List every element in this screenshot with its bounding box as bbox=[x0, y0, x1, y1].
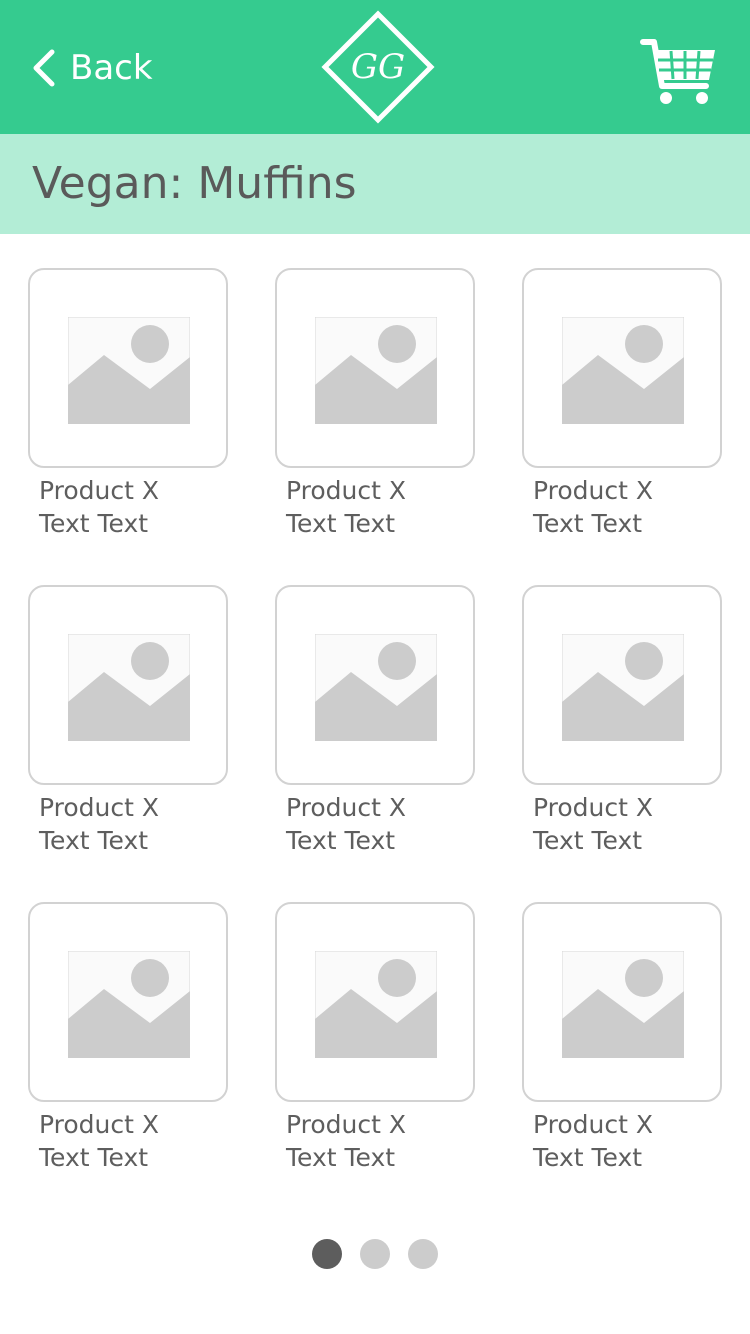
chevron-left-icon bbox=[33, 49, 55, 87]
image-placeholder-icon bbox=[68, 317, 190, 424]
image-placeholder-icon bbox=[315, 951, 437, 1058]
product-card bbox=[275, 268, 475, 468]
product-description: Text Text bbox=[39, 509, 149, 538]
image-placeholder-icon bbox=[315, 317, 437, 424]
image-placeholder-icon bbox=[68, 951, 190, 1058]
image-placeholder-icon bbox=[315, 634, 437, 741]
logo-text: GG bbox=[351, 47, 405, 87]
product-card bbox=[275, 585, 475, 785]
product-item[interactable]: Product X Text Text bbox=[28, 268, 228, 540]
product-item[interactable]: Product X Text Text bbox=[522, 268, 722, 540]
page-title: Vegan: Muffins bbox=[32, 158, 357, 209]
product-name: Product X bbox=[286, 476, 406, 505]
product-description: Text Text bbox=[286, 826, 396, 855]
image-placeholder-icon bbox=[562, 951, 684, 1058]
product-list-screen: Back GG Vegan: Muffins Product X Text Te… bbox=[0, 0, 750, 1334]
product-name: Product X bbox=[286, 1110, 406, 1139]
category-bar: Vegan: Muffins bbox=[0, 134, 750, 234]
image-placeholder-icon bbox=[68, 634, 190, 741]
page-dot-1[interactable] bbox=[312, 1239, 342, 1269]
product-card bbox=[522, 902, 722, 1102]
back-button[interactable]: Back bbox=[30, 40, 153, 96]
product-item[interactable]: Product X Text Text bbox=[28, 902, 228, 1174]
page-dot-2[interactable] bbox=[360, 1239, 390, 1269]
product-card bbox=[28, 268, 228, 468]
pagination-dots bbox=[312, 1239, 438, 1270]
product-item[interactable]: Product X Text Text bbox=[28, 585, 228, 857]
product-name: Product X bbox=[39, 1110, 159, 1139]
product-description: Text Text bbox=[533, 826, 643, 855]
product-name: Product X bbox=[533, 1110, 653, 1139]
image-placeholder-icon bbox=[562, 317, 684, 424]
product-card bbox=[522, 268, 722, 468]
back-label: Back bbox=[70, 48, 153, 88]
product-card bbox=[28, 585, 228, 785]
image-placeholder-icon bbox=[562, 634, 684, 741]
product-description: Text Text bbox=[533, 1143, 643, 1172]
brand-logo: GG bbox=[321, 10, 435, 124]
shopping-cart-icon[interactable] bbox=[640, 34, 718, 108]
product-description: Text Text bbox=[39, 1143, 149, 1172]
product-name: Product X bbox=[39, 476, 159, 505]
product-item[interactable]: Product X Text Text bbox=[522, 902, 722, 1174]
product-card bbox=[28, 902, 228, 1102]
product-card bbox=[275, 902, 475, 1102]
product-description: Text Text bbox=[286, 509, 396, 538]
product-name: Product X bbox=[286, 793, 406, 822]
product-item[interactable]: Product X Text Text bbox=[275, 268, 475, 540]
product-name: Product X bbox=[533, 793, 653, 822]
app-header: Back GG bbox=[0, 0, 750, 134]
product-card bbox=[522, 585, 722, 785]
product-description: Text Text bbox=[533, 509, 643, 538]
product-item[interactable]: Product X Text Text bbox=[522, 585, 722, 857]
page-dot-3[interactable] bbox=[408, 1239, 438, 1269]
product-description: Text Text bbox=[286, 1143, 396, 1172]
product-name: Product X bbox=[39, 793, 159, 822]
product-item[interactable]: Product X Text Text bbox=[275, 585, 475, 857]
product-name: Product X bbox=[533, 476, 653, 505]
product-description: Text Text bbox=[39, 826, 149, 855]
product-item[interactable]: Product X Text Text bbox=[275, 902, 475, 1174]
